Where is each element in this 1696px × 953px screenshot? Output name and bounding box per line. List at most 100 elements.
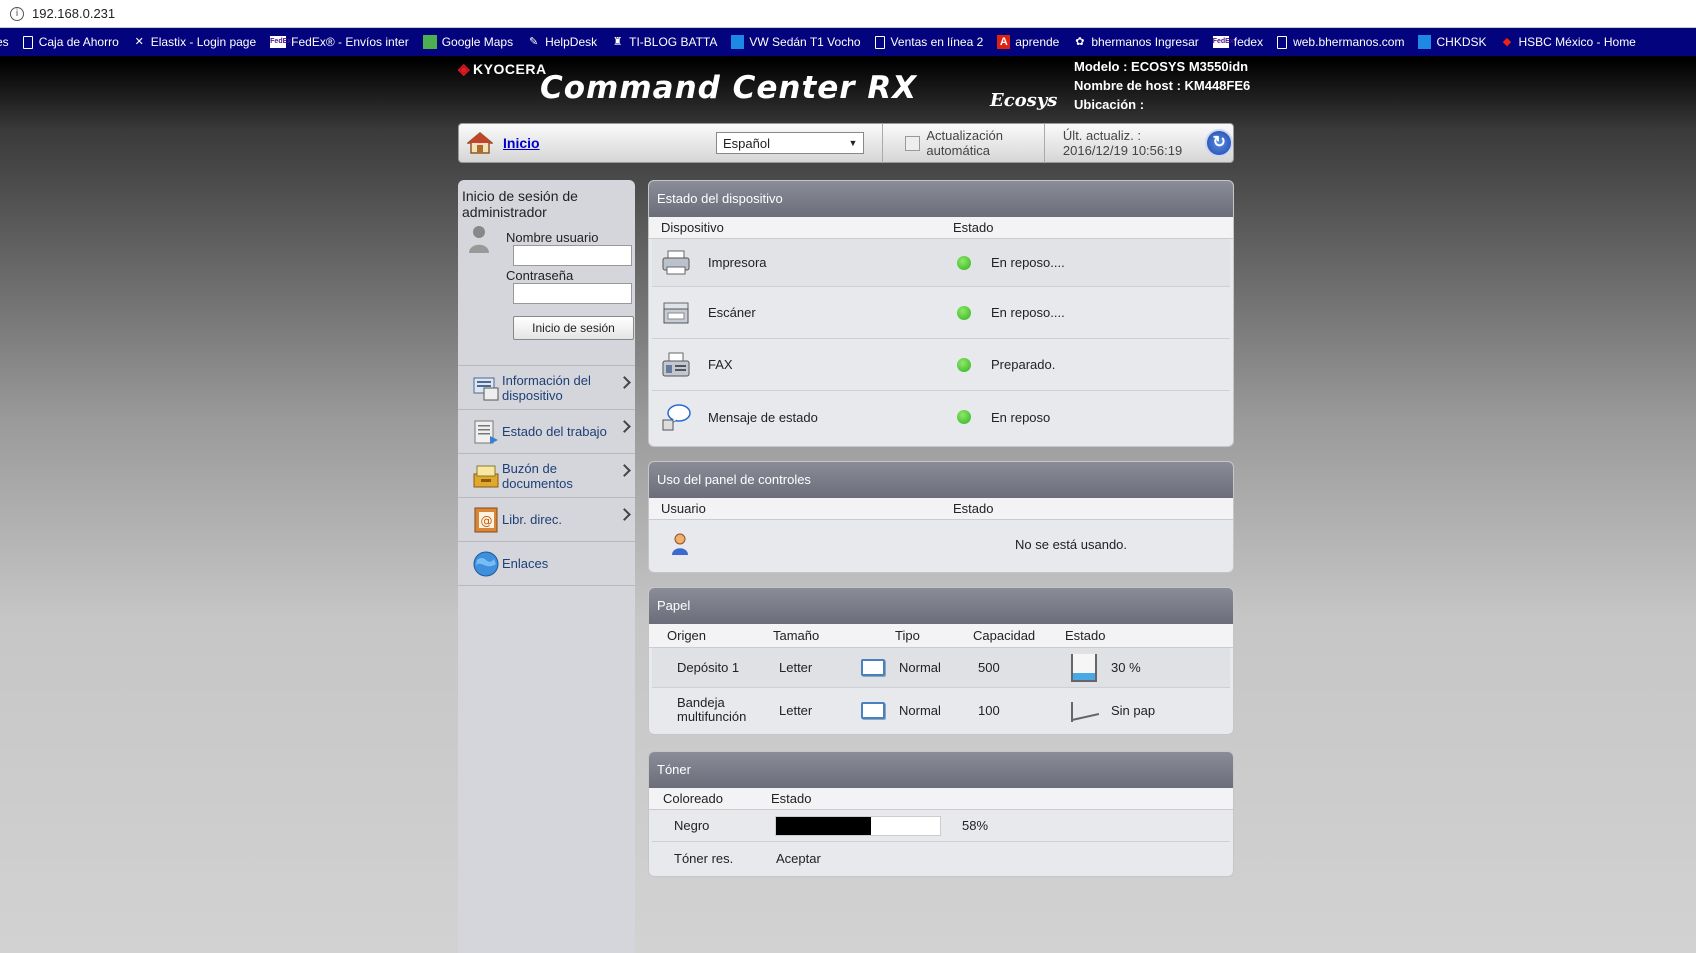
refresh-icon[interactable]: ↻ [1205,129,1233,157]
sidebar-item-label: Enlaces [502,556,549,571]
last-update-label: Últ. actualiz. : [1062,128,1141,143]
device-status: En reposo.... [991,305,1065,320]
paper-status: 30 % [1111,660,1141,675]
auto-update-checkbox[interactable] [905,135,921,151]
paper-tray-icon [861,701,885,719]
sidebar-item-document-box[interactable]: Buzón de documentos [458,454,635,498]
auto-update-label-line: Actualización [926,128,1003,143]
brand-text: KYOCERA [473,61,547,77]
bookmark-label: es [0,35,9,49]
fax-icon [662,352,690,376]
chkdsk-icon [1418,35,1432,49]
column-color: Coloreado [663,791,723,806]
table-row: FAX Preparado. [652,339,1230,391]
device-status: En reposo.... [991,255,1065,270]
bookmark-es[interactable]: es [0,35,9,49]
home-icon[interactable] [467,131,493,155]
table-row: Depósito 1 Letter Normal 500 30 % [652,648,1230,688]
document-box-icon [473,465,499,487]
column-status: Estado [953,220,994,235]
bookmark-caja-de-ahorro[interactable]: Caja de Ahorro [22,35,119,49]
bookmark-label: VW Sedán T1 Vocho [749,35,861,49]
url-text[interactable]: 192.168.0.231 [32,6,115,21]
column-type: Tipo [895,628,920,643]
sidebar-item-label: Buzón de documentos [502,460,573,491]
sidebar-item-device-info[interactable]: Información del dispositivo [458,366,635,410]
bookmark-bhermanos[interactable]: ✿ bhermanos Ingresar [1073,35,1199,49]
document-icon [22,35,33,49]
address-book-icon: @ [474,507,498,532]
table-row: Negro 58% [652,810,1230,842]
bookmark-web-bhermanos[interactable]: web.bhermanos.com [1277,35,1404,49]
chevron-right-icon [618,420,631,433]
user-icon [469,226,489,253]
status-message-icon [662,404,691,431]
browser-url-bar[interactable]: i 192.168.0.231 [0,0,1696,28]
bookmark-helpdesk[interactable]: ✎ HelpDesk [527,35,597,49]
bookmark-label: Google Maps [441,35,514,49]
bhermanos-icon: ✿ [1075,36,1085,48]
table-header: Origen Tamaño Tipo Capacidad Estado [649,624,1233,648]
paper-status: Sin pap [1111,702,1156,718]
bookmark-elastix[interactable]: ✕ Elastix - Login page [133,35,257,49]
kyocera-logo: ◈ KYOCERA [458,60,547,78]
bookmark-google-maps[interactable]: Google Maps [422,35,514,49]
bookmark-ti-blog[interactable]: ♜ TI-BLOG BATTA [611,35,718,49]
device-name: Mensaje de estado [708,409,818,425]
toner-level-bar [775,815,941,836]
last-update-time: 2016/12/19 10:56:19 [1062,143,1183,158]
bookmark-label: TI-BLOG BATTA [629,35,718,49]
login-button[interactable]: Inicio de sesión [513,316,634,340]
dropdown-arrow-icon: ▼ [848,138,858,148]
document-icon [874,35,885,49]
sidebar-item-links[interactable]: Enlaces [458,542,635,586]
bookmark-aprende[interactable]: Aaprende [997,35,1059,49]
table-row: Tóner res. Aceptar [652,842,1230,874]
maps-icon [422,35,437,49]
product-title: Command Center RX [540,70,918,106]
sidebar-item-address-book[interactable]: @ Libr. direc. [458,498,635,542]
sidebar-item-label: Estado del trabajo [502,424,607,439]
chevron-right-icon [618,376,631,389]
toner-color: Negro [674,818,710,833]
device-status: Preparado. [991,357,1056,372]
bookmark-hsbc[interactable]: ◆ HSBC México - Home [1501,35,1636,49]
table-header: Coloreado Estado [649,788,1233,810]
mp-tray-icon [1071,702,1099,722]
column-status: Estado [953,501,994,516]
username-input[interactable] [513,245,632,266]
paper-size: Letter [779,702,813,718]
device-name: FAX [708,357,733,372]
bookmark-fedex-envios[interactable]: FedEx FedEx® - Envíos inter [270,35,409,49]
paper-type: Normal [899,702,941,718]
panel-header: Uso del panel de controles [649,462,1233,498]
table-row: Impresora En reposo.... [652,239,1230,287]
kyocera-mark-icon: ◈ [458,61,471,78]
helpdesk-icon: ✎ [528,36,539,48]
bookmark-ventas[interactable]: Ventas en línea 2 [874,35,983,49]
language-select[interactable]: Español ▼ [716,132,865,154]
toner-level-fill [776,816,872,835]
device-name: Impresora [708,255,767,270]
bookmark-vw-sedan[interactable]: VW Sedán T1 Vocho [731,35,861,49]
fedex-icon: FedEx [1212,36,1234,48]
column-capacity: Capacidad [973,628,1036,643]
sidebar-item-label: Información del dispositivo [502,372,591,403]
home-link-area: Inicio [467,131,716,155]
password-input[interactable] [513,283,632,304]
sidebar-item-job-status[interactable]: Estado del trabajo [458,410,635,454]
home-link[interactable]: Inicio [503,135,540,151]
toner-remaining-value: Aceptar [776,850,821,866]
chevron-right-icon [618,508,631,521]
column-source: Origen [667,628,707,643]
bookmarks-bar: es Caja de Ahorro ✕Elastix - Login page … [0,28,1696,56]
bookmark-chkdsk[interactable]: CHKDSK [1418,35,1487,49]
site-info-icon[interactable]: i [10,6,24,21]
chevron-right-icon [618,464,631,477]
auto-update-label: Actualización automática [926,128,1003,158]
paper-type: Normal [899,660,941,675]
table-row: Mensaje de estado En reposo [652,391,1230,443]
language-value: Español [723,135,770,151]
auto-update-toggle[interactable]: Actualización automática [883,128,1044,158]
bookmark-fedex[interactable]: FedEx fedex [1212,35,1263,49]
